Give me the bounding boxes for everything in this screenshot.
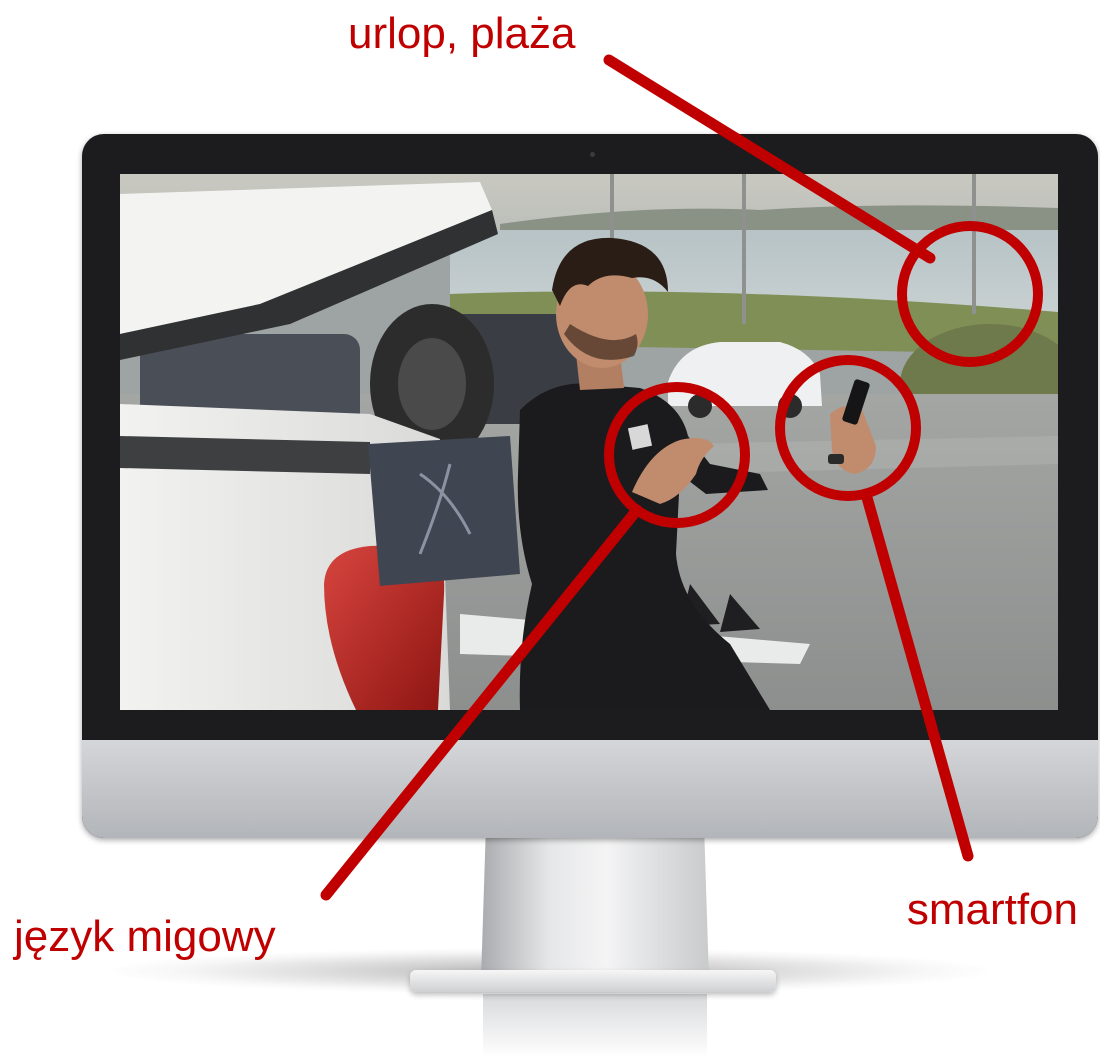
wristband bbox=[828, 454, 844, 464]
beach-parking-photo bbox=[120, 174, 1058, 710]
background-white-car bbox=[668, 342, 822, 406]
label-sign-language: język migowy bbox=[14, 912, 276, 961]
lamp-pole bbox=[972, 174, 976, 314]
webcam-dot-icon bbox=[590, 152, 595, 157]
car-wheel bbox=[688, 394, 712, 418]
label-vacation-beach: urlop, plaża bbox=[348, 9, 576, 58]
lamp-pole bbox=[742, 174, 746, 324]
monitor-chin bbox=[82, 740, 1098, 838]
tyre-rim bbox=[398, 338, 466, 430]
monitor-stand-neck bbox=[481, 838, 709, 980]
screen-photo bbox=[120, 174, 1058, 710]
stand-reflection bbox=[483, 994, 707, 1058]
label-smartphone: smartfon bbox=[906, 885, 1078, 934]
truck-bed-rail bbox=[120, 436, 370, 474]
car-wheel bbox=[778, 394, 802, 418]
patterned-towel bbox=[368, 436, 520, 586]
monitor-stand-base bbox=[410, 970, 776, 992]
